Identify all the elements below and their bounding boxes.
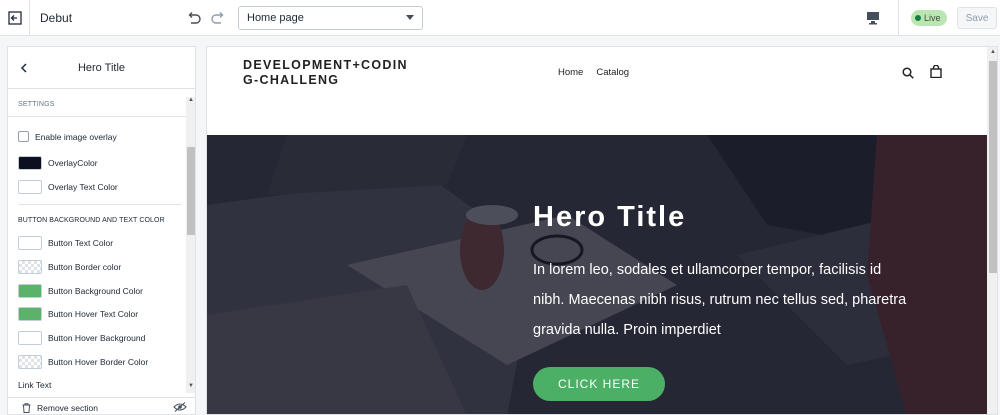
overlay-text-color-label: Overlay Text Color <box>48 182 118 192</box>
back-button[interactable] <box>16 60 32 76</box>
button-border-color-swatch[interactable] <box>18 260 42 274</box>
hero-cta-button[interactable]: CLICK HERE <box>533 367 665 401</box>
overlay-color-swatch[interactable] <box>18 156 42 170</box>
panel-scroll-thumb[interactable] <box>187 147 195 235</box>
theme-name: Debut <box>40 10 73 25</box>
overlay-text-color-swatch[interactable] <box>18 180 42 194</box>
device-toggle-button[interactable] <box>858 6 888 30</box>
scroll-up-icon[interactable]: ▲ <box>188 97 194 103</box>
button-background-color-label: Button Background Color <box>48 286 143 296</box>
redo-icon <box>211 11 224 24</box>
editor-topbar: Debut Home page Live Save <box>0 0 1000 36</box>
preview-scrollbar[interactable]: ▲ <box>987 47 997 414</box>
panel-title: Hero Title <box>77 61 126 74</box>
preview-scroll-up-icon[interactable]: ▲ <box>990 49 996 55</box>
button-text-color-label: Button Text Color <box>48 238 114 248</box>
desktop-icon <box>867 12 879 25</box>
remove-section-button[interactable]: Remove section <box>8 397 195 414</box>
button-colors-heading: BUTTON BACKGROUND AND TEXT COLOR <box>18 217 165 224</box>
live-label: Live <box>924 13 941 23</box>
page-select[interactable]: Home page <box>238 5 423 30</box>
button-background-color-swatch[interactable] <box>18 284 42 298</box>
live-dot-icon <box>915 15 921 21</box>
overlay-text-color-row[interactable]: Overlay Text Color <box>18 180 118 194</box>
store-logo[interactable]: DEVELOPMENT+CODIN G-CHALLENG <box>243 58 423 88</box>
scroll-down-icon[interactable]: ▼ <box>188 383 194 389</box>
section-settings-panel: Hero Title SETTINGS Enable image overlay… <box>7 46 196 415</box>
link-text-label: Link Text <box>18 380 52 390</box>
page-select-value: Home page <box>247 11 304 24</box>
button-hover-background-label: Button Hover Background <box>48 333 146 343</box>
chevron-left-icon <box>20 63 27 73</box>
undo-button[interactable] <box>182 6 206 30</box>
remove-section-label: Remove section <box>37 402 98 413</box>
button-hover-border-color-row[interactable]: Button Hover Border Color <box>18 355 148 369</box>
exit-icon <box>7 10 22 25</box>
hero-text: In lorem leo, sodales et ullamcorper tem… <box>533 262 907 338</box>
nav-link-catalog[interactable]: Catalog <box>596 67 629 78</box>
search-icon[interactable] <box>902 66 914 84</box>
button-hover-text-color-label: Button Hover Text Color <box>48 309 139 319</box>
trash-icon <box>22 402 31 413</box>
cart-icon[interactable] <box>930 64 942 83</box>
button-border-color-label: Button Border color <box>48 262 122 272</box>
panel-header: Hero Title <box>8 47 195 89</box>
chevron-down-icon <box>406 15 414 20</box>
topbar-divider <box>898 0 899 36</box>
preview-scroll-thumb[interactable] <box>989 61 997 273</box>
hero-title: Hero Title <box>533 201 687 233</box>
overlay-color-row[interactable]: OverlayColor <box>18 156 98 170</box>
button-hover-background-swatch[interactable] <box>18 331 42 345</box>
panel-divider <box>18 204 182 205</box>
live-badge: Live <box>911 10 947 26</box>
panel-scrollbar[interactable]: ▲ ▼ <box>186 97 195 393</box>
button-border-color-row[interactable]: Button Border color <box>18 260 121 274</box>
settings-heading: SETTINGS <box>8 89 195 117</box>
exit-button[interactable] <box>0 0 30 36</box>
button-text-color-swatch[interactable] <box>18 236 42 250</box>
button-hover-border-color-label: Button Hover Border Color <box>48 357 149 367</box>
save-button[interactable]: Save <box>957 7 997 29</box>
hero-section: Hero Title In lorem leo, sodales et ulla… <box>207 135 987 414</box>
link-text-row: Link Text <box>18 380 51 390</box>
button-text-color-row[interactable]: Button Text Color <box>18 236 113 250</box>
store-preview: DEVELOPMENT+CODIN G-CHALLENG Home Catalo… <box>206 46 998 415</box>
button-hover-text-color-swatch[interactable] <box>18 307 42 321</box>
button-hover-text-color-row[interactable]: Button Hover Text Color <box>18 307 138 321</box>
button-hover-border-color-swatch[interactable] <box>18 355 42 369</box>
overlay-color-label: OverlayColor <box>48 158 98 168</box>
enable-overlay-label: Enable image overlay <box>35 131 117 142</box>
site-header: DEVELOPMENT+CODIN G-CHALLENG Home Catalo… <box>207 47 987 135</box>
nav-link-home[interactable]: Home <box>558 67 583 78</box>
redo-button[interactable] <box>206 6 230 30</box>
hide-section-icon[interactable] <box>173 402 187 414</box>
button-hover-background-row[interactable]: Button Hover Background <box>18 331 145 345</box>
main-nav: Home Catalog <box>558 67 629 78</box>
button-background-color-row[interactable]: Button Background Color <box>18 284 143 298</box>
enable-overlay-checkbox[interactable] <box>18 131 29 142</box>
enable-overlay-row[interactable]: Enable image overlay <box>18 131 117 142</box>
undo-icon <box>188 11 201 24</box>
